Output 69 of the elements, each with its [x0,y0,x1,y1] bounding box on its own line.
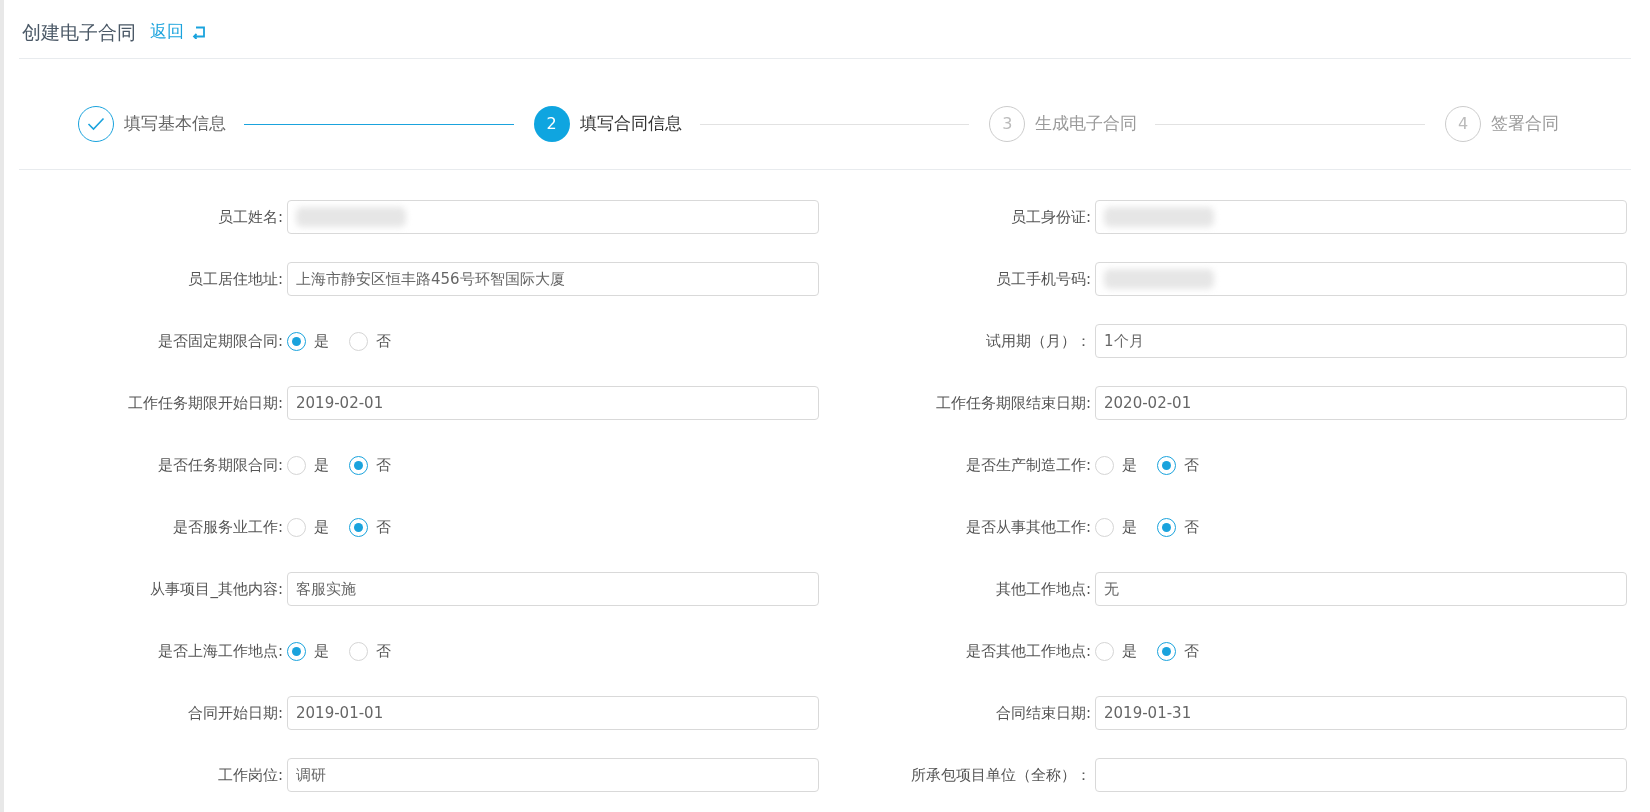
step-label: 填写基本信息 [124,112,226,136]
radio-button[interactable] [287,331,306,351]
radio-label: 是 [314,330,329,352]
field-label: 是否生产制造工作: [964,454,1092,476]
radio-label: 否 [1184,516,1199,538]
input-field[interactable] [1095,200,1627,234]
radio-label: 是 [1122,454,1137,476]
radio-button[interactable] [287,517,306,537]
input-field[interactable]: 2020-02-01 [1095,386,1627,420]
field-label: 员工居住地址: [186,268,284,290]
radio-label: 是 [314,640,329,662]
radio-button[interactable] [1095,517,1114,537]
field-label: 员工身份证: [1009,206,1092,228]
field-label: 试用期（月）： [985,330,1092,352]
radio-button[interactable] [1157,455,1176,475]
radio-button[interactable] [287,455,306,475]
step-indicator: 2 [533,106,570,142]
radio-label: 否 [1184,640,1199,662]
input-field[interactable] [1095,262,1627,296]
radio-button[interactable] [1157,641,1176,661]
field-label: 是否服务业工作: [171,516,284,538]
input-field[interactable]: 上海市静安区恒丰路456号环智国际大厦 [287,262,819,296]
radio-label: 否 [1184,454,1199,476]
radio-button[interactable] [1095,455,1114,475]
input-field[interactable]: 客服实施 [287,572,819,606]
input-field[interactable]: 2019-01-31 [1095,696,1627,730]
page-title: 创建电子合同 [22,19,136,45]
step-label: 填写合同信息 [579,112,682,136]
radio-button[interactable] [1095,641,1114,661]
input-field[interactable] [1095,758,1627,792]
radio-label: 否 [376,640,391,662]
field-label: 是否其他工作地点: [964,640,1092,662]
field-label: 员工姓名: [216,206,284,228]
field-label: 是否上海工作地点: [156,640,284,662]
radio-label: 是 [1122,516,1137,538]
input-field[interactable] [287,200,819,234]
field-label: 从事项目_其他内容: [149,578,284,600]
radio-label: 是 [1122,640,1137,662]
field-label: 合同结束日期: [994,702,1092,724]
step-label: 签署合同 [1491,112,1559,136]
field-label: 合同开始日期: [186,702,284,724]
field-label: 是否固定期限合同: [156,330,284,352]
input-field[interactable]: 2019-01-01 [287,696,819,730]
field-label: 其他工作地点: [994,578,1092,600]
radio-button[interactable] [1157,517,1176,537]
radio-label: 是 [314,516,329,538]
check-icon [87,117,105,131]
field-label: 工作任务期限开始日期: [126,392,284,414]
radio-button[interactable] [349,641,368,661]
radio-button[interactable] [349,517,368,537]
field-label: 员工手机号码: [994,268,1092,290]
radio-label: 是 [314,454,329,476]
return-icon [192,25,206,39]
radio-label: 否 [376,454,391,476]
radio-label: 否 [376,330,391,352]
radio-button[interactable] [349,331,368,351]
field-label: 是否从事其他工作: [964,516,1092,538]
step-label: 生成电子合同 [1035,112,1138,136]
input-field[interactable]: 2019-02-01 [287,386,819,420]
input-field[interactable]: 无 [1095,572,1627,606]
field-label: 是否任务期限合同: [156,454,284,476]
radio-button[interactable] [287,641,306,661]
radio-button[interactable] [349,455,368,475]
radio-label: 否 [376,516,391,538]
input-field[interactable]: 调研 [287,758,819,792]
field-label: 工作任务期限结束日期: [934,392,1092,414]
field-label: 工作岗位: [216,764,284,786]
input-field[interactable]: 1个月 [1095,324,1627,358]
field-label: 所承包项目单位（全称）： [910,764,1092,786]
